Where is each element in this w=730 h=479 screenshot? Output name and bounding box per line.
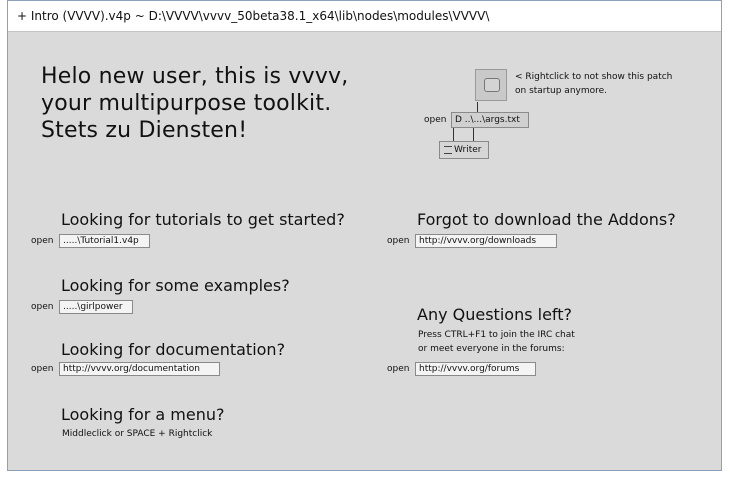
- documentation-open-label: open: [31, 364, 54, 374]
- tutorials-open-label: open: [31, 236, 54, 246]
- addons-open-label: open: [387, 236, 410, 246]
- forums-link-node[interactable]: http://vvvv.org/forums: [415, 362, 536, 376]
- questions-open-label: open: [387, 364, 410, 374]
- toggle-icon: [484, 78, 500, 92]
- writer-node[interactable]: Writer: [439, 141, 489, 159]
- questions-line-2: or meet everyone in the forums:: [418, 344, 565, 354]
- startup-toggle-node[interactable]: [475, 69, 507, 101]
- writer-label: Writer: [454, 145, 482, 155]
- questions-line-1: Press CTRL+F1 to join the IRC chat: [418, 330, 575, 340]
- patch-window: + Intro (VVVV).v4p ~ D:\VVVV\vvvv_50beta…: [7, 0, 722, 471]
- intro-line-1: Helo new user, this is vvvv,: [41, 64, 349, 89]
- addons-heading: Forgot to download the Addons?: [417, 210, 676, 229]
- examples-link-node[interactable]: .....\girlpower: [59, 300, 133, 314]
- intro-line-3: Stets zu Diensten!: [41, 118, 248, 143]
- intro-line-2: your multipurpose toolkit.: [41, 91, 332, 116]
- menu-hint: Middleclick or SPACE + Rightclick: [62, 429, 213, 439]
- wire-file-to-writer-2: [473, 128, 474, 141]
- examples-heading: Looking for some examples?: [61, 276, 290, 295]
- window-titlebar[interactable]: + Intro (VVVV).v4p ~ D:\VVVV\vvvv_50beta…: [8, 1, 721, 32]
- documentation-heading: Looking for documentation?: [61, 340, 286, 359]
- tutorials-heading: Looking for tutorials to get started?: [61, 210, 345, 229]
- wire-toggle-to-file: [477, 102, 478, 112]
- questions-heading: Any Questions left?: [417, 305, 573, 324]
- tutorials-link-node[interactable]: .....\Tutorial1.v4p: [59, 234, 150, 248]
- menu-heading: Looking for a menu?: [61, 405, 225, 424]
- wire-file-to-writer: [453, 128, 454, 141]
- startup-note-line-2: on startup anymore.: [515, 86, 608, 96]
- startup-open-label: open: [424, 115, 447, 125]
- examples-open-label: open: [31, 302, 54, 312]
- startup-note-line-1: < Rightclick to not show this patch: [515, 72, 673, 82]
- window-title: + Intro (VVVV).v4p ~ D:\VVVV\vvvv_50beta…: [17, 9, 490, 23]
- addons-link-node[interactable]: http://vvvv.org/downloads: [415, 234, 557, 248]
- args-file-node[interactable]: D ..\...\args.txt: [451, 112, 529, 128]
- documentation-link-node[interactable]: http://vvvv.org/documentation: [59, 362, 220, 376]
- node-menu-icon: [444, 145, 452, 154]
